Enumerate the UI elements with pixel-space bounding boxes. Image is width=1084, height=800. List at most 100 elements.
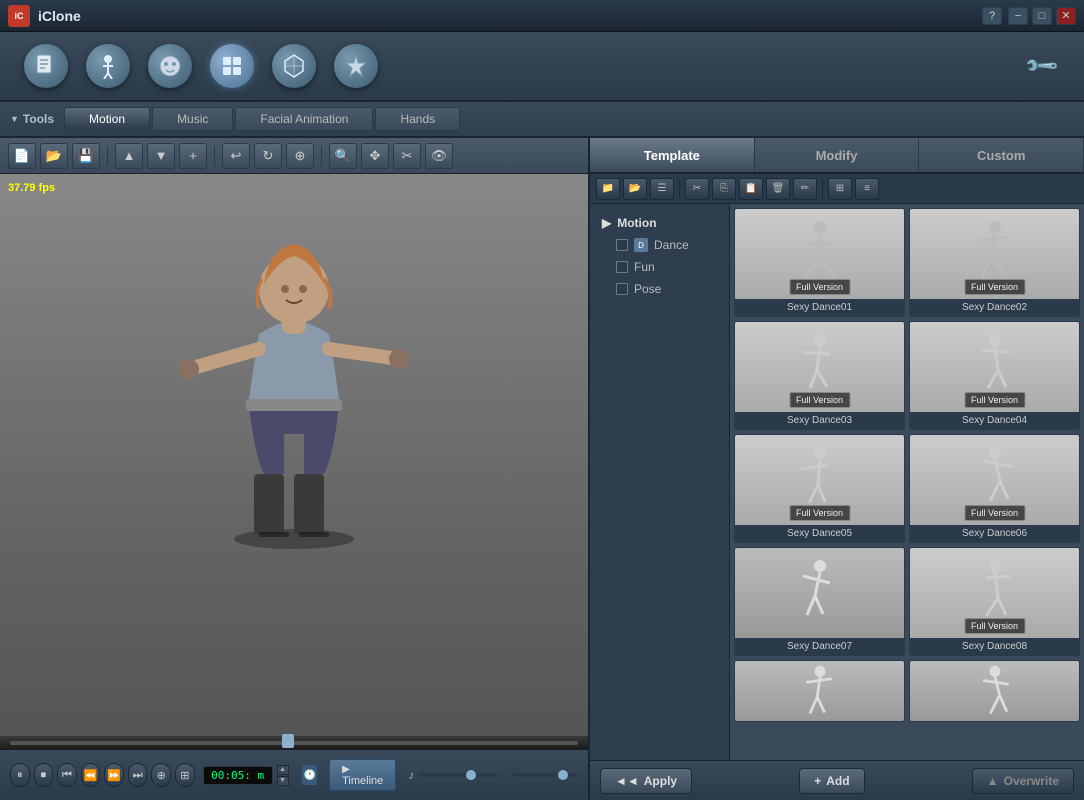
overwrite-button[interactable]: ▲ Overwrite	[972, 768, 1074, 794]
timecode-display: 00:05: m	[203, 766, 273, 785]
tree-icon-dance: D	[634, 238, 648, 252]
asset-cell-dance04[interactable]: Full Version Sexy Dance04	[909, 321, 1080, 430]
tree-item-dance[interactable]: D Dance	[596, 234, 723, 256]
zoom-in-button[interactable]: 🔍	[329, 143, 357, 169]
tab-motion[interactable]: Motion	[64, 107, 150, 131]
volume-slider[interactable]	[512, 773, 578, 777]
tree-label-fun: Fun	[634, 260, 655, 274]
pause-button[interactable]: ⏸	[10, 763, 30, 787]
time-stepper[interactable]: ▲ ▼	[277, 765, 289, 786]
maximize-button[interactable]: □	[1032, 7, 1052, 25]
grid-sub-btn[interactable]: ⊞	[828, 178, 852, 200]
speed-slider-thumb[interactable]	[466, 770, 476, 780]
visibility-button[interactable]: 👁	[425, 143, 453, 169]
rotate-button[interactable]: ↻	[254, 143, 282, 169]
asset-grid[interactable]: Full Version Sexy Dance01 Full Version S…	[730, 204, 1084, 760]
clock-button[interactable]: 🕐	[302, 765, 317, 785]
copy-sub-btn[interactable]: ⎘	[712, 178, 736, 200]
step-up[interactable]: ▲	[277, 765, 289, 775]
fps-counter: 37.79 fps	[8, 182, 55, 194]
marker-button[interactable]: ⊞	[175, 763, 195, 787]
tree-checkbox-fun[interactable]	[616, 261, 628, 273]
volume-slider-thumb[interactable]	[558, 770, 568, 780]
asset-cell-dance09[interactable]	[734, 660, 905, 722]
effect-toolbar-icon[interactable]	[330, 40, 382, 92]
tree-item-fun[interactable]: Fun	[596, 256, 723, 278]
tab-music[interactable]: Music	[152, 107, 233, 131]
asset-cell-dance10[interactable]	[909, 660, 1080, 722]
tree-item-pose[interactable]: Pose	[596, 278, 723, 300]
asset-thumb-dance10	[910, 661, 1079, 721]
character-toolbar-icon[interactable]	[82, 40, 134, 92]
delete-sub-btn[interactable]: 🗑	[766, 178, 790, 200]
step-down[interactable]: ▼	[277, 776, 289, 786]
minimize-button[interactable]: −	[1008, 7, 1028, 25]
open-file-button[interactable]: 📂	[40, 143, 68, 169]
help-button[interactable]: ?	[982, 7, 1002, 25]
settings-icon[interactable]: 🔧	[1011, 35, 1073, 97]
record-button[interactable]: ⊕	[151, 763, 171, 787]
asset-cell-dance08[interactable]: Full Version Sexy Dance08	[909, 547, 1080, 656]
new-file-button[interactable]: 📄	[8, 143, 36, 169]
timeline-bar[interactable]	[0, 736, 588, 750]
rewind-button[interactable]: ⏪	[81, 763, 101, 787]
paste-sub-btn[interactable]: 📋	[739, 178, 763, 200]
add-item-button[interactable]: +	[179, 143, 207, 169]
tab-template[interactable]: Template	[590, 138, 755, 172]
tree-checkbox-dance[interactable]	[616, 239, 628, 251]
cut-sub-btn[interactable]: ✂	[685, 178, 709, 200]
tree-item-motion[interactable]: ▶ Motion	[596, 212, 723, 234]
tools-label: Tools	[10, 112, 54, 126]
asset-cell-dance03[interactable]: Full Version Sexy Dance03	[734, 321, 905, 430]
timeline-scrubber[interactable]	[0, 736, 588, 750]
action-toolbar: 📄 📂 💾 ▲ ▼ + ↩ ↻ ⊕ 🔍 ✥ ✂ 👁	[0, 138, 588, 174]
timeline-button[interactable]: ▶ Timeline	[329, 759, 396, 791]
asset-cell-dance05[interactable]: Full Version Sexy Dance05	[734, 434, 905, 543]
3d-viewport: 37.79 fps	[0, 174, 588, 736]
save-file-button[interactable]: 💾	[72, 143, 100, 169]
asset-thumb-dance01: Full Version	[735, 209, 904, 299]
tab-hands[interactable]: Hands	[375, 107, 460, 131]
undo-button[interactable]: ↩	[222, 143, 250, 169]
tree-label-pose: Pose	[634, 282, 661, 296]
tree-checkbox-pose[interactable]	[616, 283, 628, 295]
asset-cell-dance01[interactable]: Full Version Sexy Dance01	[734, 208, 905, 317]
list-sub-btn[interactable]: ☰	[650, 178, 674, 200]
close-button[interactable]: ✕	[1056, 7, 1076, 25]
fast-forward-button[interactable]: ⏩	[104, 763, 124, 787]
tab-custom[interactable]: Custom	[919, 138, 1084, 172]
move-down-button[interactable]: ▼	[147, 143, 175, 169]
document-toolbar-icon[interactable]	[20, 40, 72, 92]
cut-button[interactable]: ✂	[393, 143, 421, 169]
add-button[interactable]: + Add	[799, 768, 864, 794]
folder-sub-btn[interactable]: 📁	[596, 178, 620, 200]
tab-facial[interactable]: Facial Animation	[235, 107, 373, 131]
face-toolbar-icon[interactable]	[144, 40, 196, 92]
end-button[interactable]: ⏭	[128, 763, 148, 787]
tree-label-dance: Dance	[654, 238, 689, 252]
asset-cell-dance07[interactable]: Sexy Dance07	[734, 547, 905, 656]
special-button[interactable]: ⊕	[286, 143, 314, 169]
scene-toolbar-icon[interactable]	[268, 40, 320, 92]
app-logo: iC	[8, 5, 30, 27]
list-view-sub-btn[interactable]: ≡	[855, 178, 879, 200]
rename-sub-btn[interactable]: ✏	[793, 178, 817, 200]
speed-slider[interactable]	[418, 773, 498, 777]
overwrite-icon: ▲	[987, 774, 999, 788]
tab-modify[interactable]: Modify	[755, 138, 920, 172]
apply-button[interactable]: ◄◄ Apply	[600, 768, 692, 794]
motion-toolbar-icon[interactable]	[206, 40, 258, 92]
asset-thumb-dance07	[735, 548, 904, 638]
tree-arrow-motion: ▶	[602, 216, 611, 230]
asset-cell-dance06[interactable]: Full Version Sexy Dance06	[909, 434, 1080, 543]
scrubber-thumb[interactable]	[282, 734, 294, 748]
panel-content: ▶ Motion D Dance Fun Pose	[590, 204, 1084, 760]
asset-cell-dance02[interactable]: Full Version Sexy Dance02	[909, 208, 1080, 317]
folder-open-sub-btn[interactable]: 📂	[623, 178, 647, 200]
overwrite-label: Overwrite	[1004, 774, 1059, 788]
move-button[interactable]: ✥	[361, 143, 389, 169]
stop-button[interactable]: ⏹	[34, 763, 54, 787]
start-button[interactable]: ⏮	[57, 763, 77, 787]
move-up-button[interactable]: ▲	[115, 143, 143, 169]
asset-name-dance05: Sexy Dance05	[735, 525, 904, 542]
